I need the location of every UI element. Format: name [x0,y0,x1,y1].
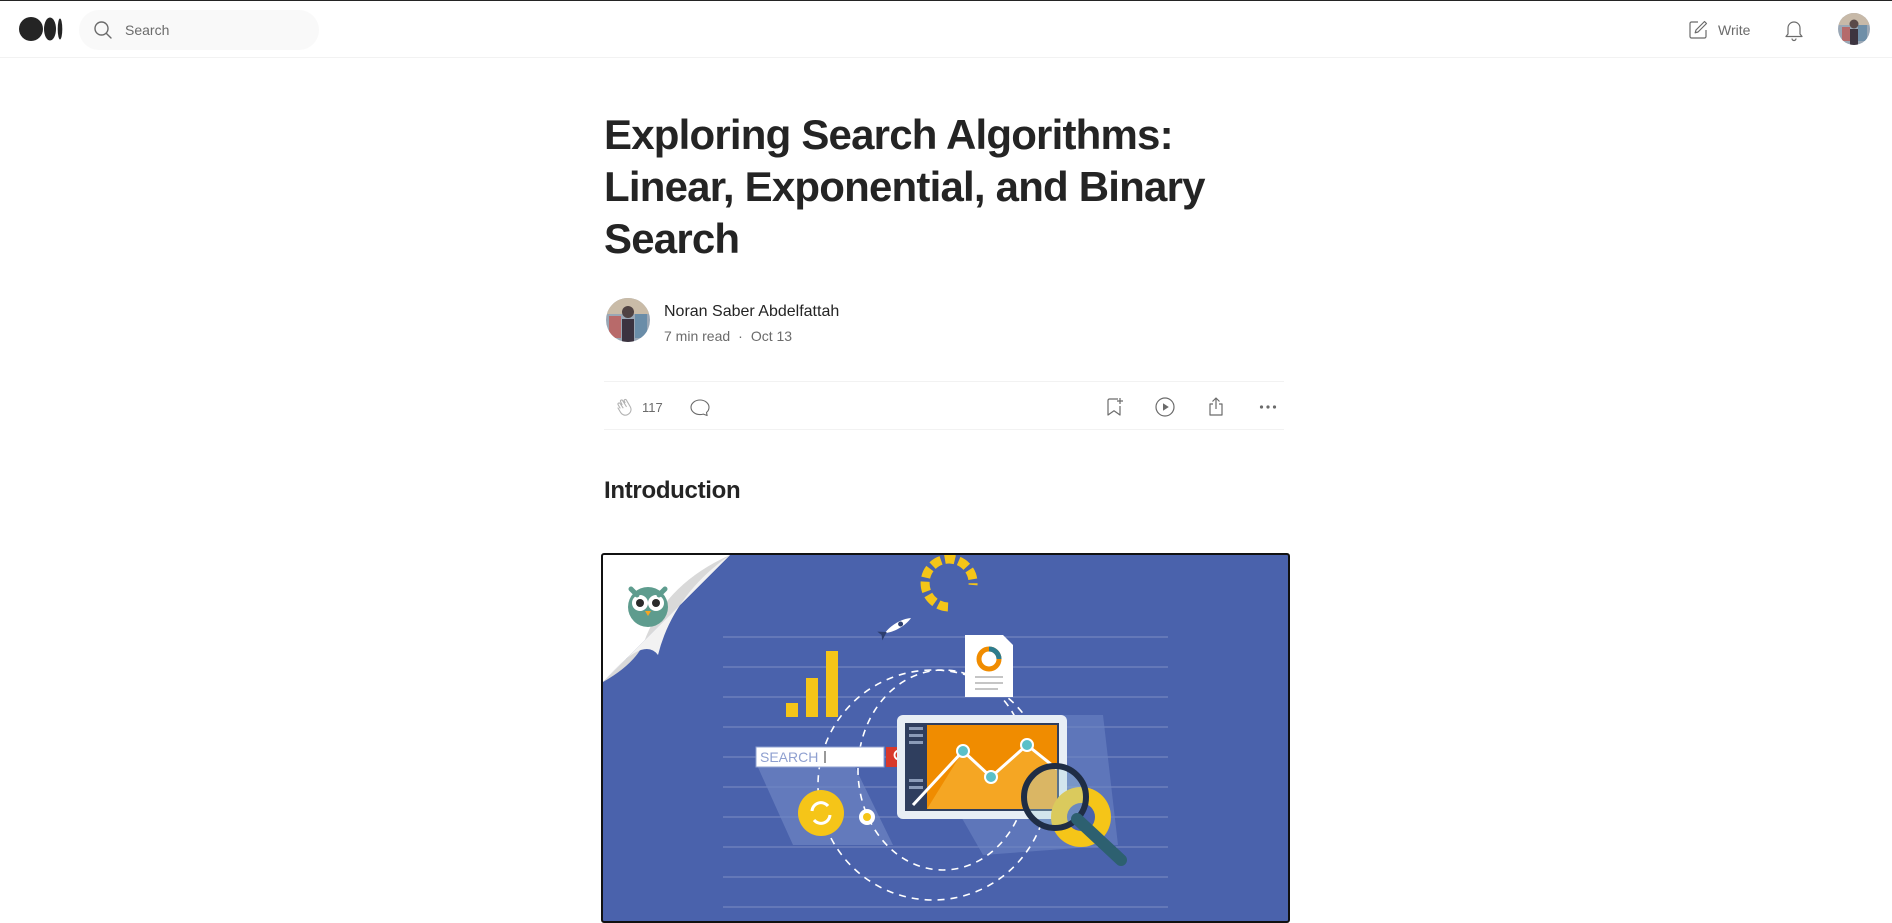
author-name[interactable]: Noran Saber Abdelfattah [664,303,839,321]
report-document-icon [965,635,1013,697]
article-action-bar: 117 [604,381,1284,430]
write-label: Write [1718,22,1751,38]
search-analytics-illustration: SEARCH [603,555,1168,908]
node-dot [863,813,871,821]
user-avatar[interactable] [1838,13,1870,45]
refresh-icon [798,790,844,836]
page-curl-corner [603,555,730,682]
publish-date: Oct 13 [750,328,793,344]
pen-square-icon [1689,20,1708,39]
top-nav-bar: Write [0,1,1892,58]
medium-logo-icon[interactable] [19,17,63,41]
share-icon[interactable] [1204,395,1228,419]
article-illustration: SEARCH [601,553,1290,923]
search-box-text: SEARCH [760,749,818,765]
owl-logo-icon [628,586,668,627]
more-dots-icon[interactable] [1256,395,1280,419]
bell-icon[interactable] [1782,17,1806,43]
donut-icon [920,555,978,612]
search-box-graphic: SEARCH [755,746,916,768]
search-icon [94,21,112,39]
article-title: Exploring Search Algorithms: Linear, Exp… [604,111,1206,262]
clap-button[interactable]: 117 [614,396,663,418]
bookmark-add-icon[interactable] [1102,395,1126,419]
clap-icon [617,398,632,416]
search-input[interactable] [125,20,305,40]
read-time: 7 min read [664,328,731,344]
author-avatar[interactable] [606,298,650,342]
bar-chart-icon [786,651,838,717]
play-icon[interactable] [1153,395,1177,419]
comment-icon[interactable] [688,395,712,419]
author-avatar-image [606,298,650,342]
article-meta: 7 min read · Oct 13 [664,328,792,344]
search-bar[interactable] [79,10,319,50]
clap-count: 117 [642,399,663,415]
meta-separator: · [738,328,743,344]
write-button[interactable]: Write [1686,18,1750,42]
avatar-image [1838,13,1870,45]
rocket-icon [877,618,911,641]
section-heading: Introduction [604,477,741,504]
